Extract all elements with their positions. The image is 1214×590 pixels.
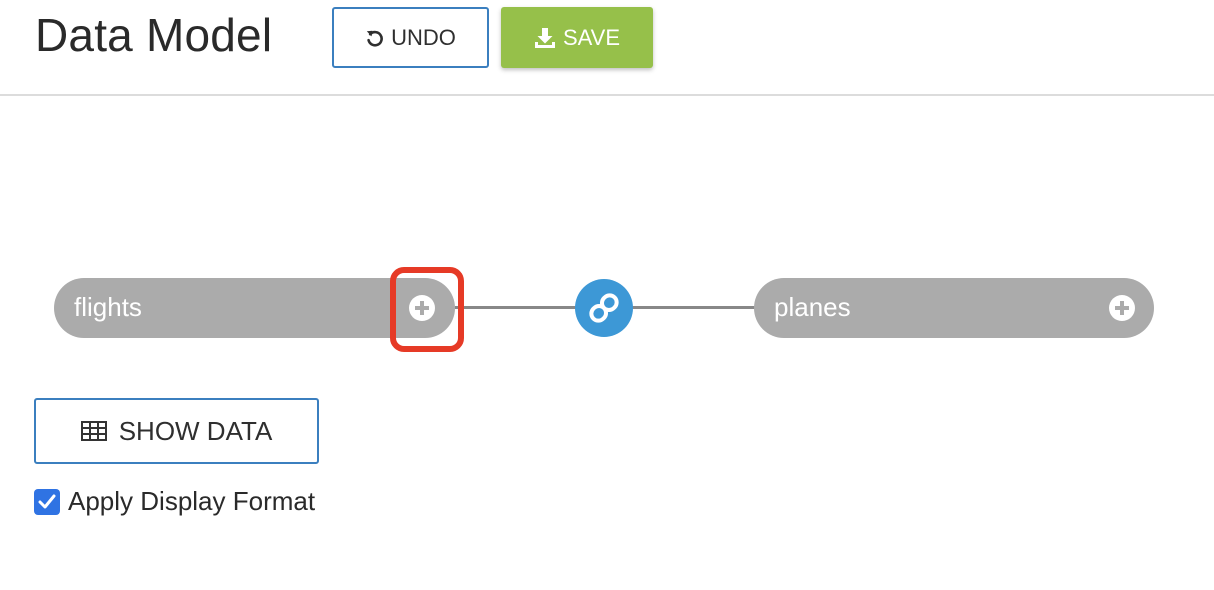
header: Data Model UNDO SAVE	[0, 0, 1214, 96]
table-node-flights[interactable]: flights	[54, 278, 455, 338]
table-node-label: planes	[774, 292, 851, 322]
table-node-label: flights	[74, 292, 142, 322]
plus-circle-icon[interactable]	[1109, 295, 1135, 321]
save-label: SAVE	[562, 24, 621, 50]
undo-button[interactable]: UNDO	[332, 7, 489, 68]
undo-icon	[365, 28, 385, 48]
table-icon	[80, 421, 107, 441]
join-line-left	[455, 306, 580, 309]
join-button[interactable]	[575, 279, 633, 337]
undo-label: UNDO	[391, 24, 456, 50]
join-line-right	[630, 306, 760, 309]
apply-format-label: Apply Display Format	[68, 486, 316, 516]
show-data-label: SHOW DATA	[118, 415, 273, 446]
apply-display-format[interactable]: Apply Display Format	[34, 486, 315, 517]
show-data-button[interactable]: SHOW DATA	[34, 398, 319, 464]
apply-format-checkbox[interactable]	[34, 488, 60, 515]
data-model-page: Data Model UNDO SAVE flights planes SHOW…	[0, 0, 1214, 590]
table-node-planes[interactable]: planes	[754, 278, 1154, 338]
save-button[interactable]: SAVE	[501, 7, 653, 68]
download-icon	[534, 27, 556, 49]
page-title: Data Model	[35, 9, 273, 61]
link-icon	[586, 290, 622, 326]
plus-circle-icon[interactable]	[409, 295, 435, 321]
